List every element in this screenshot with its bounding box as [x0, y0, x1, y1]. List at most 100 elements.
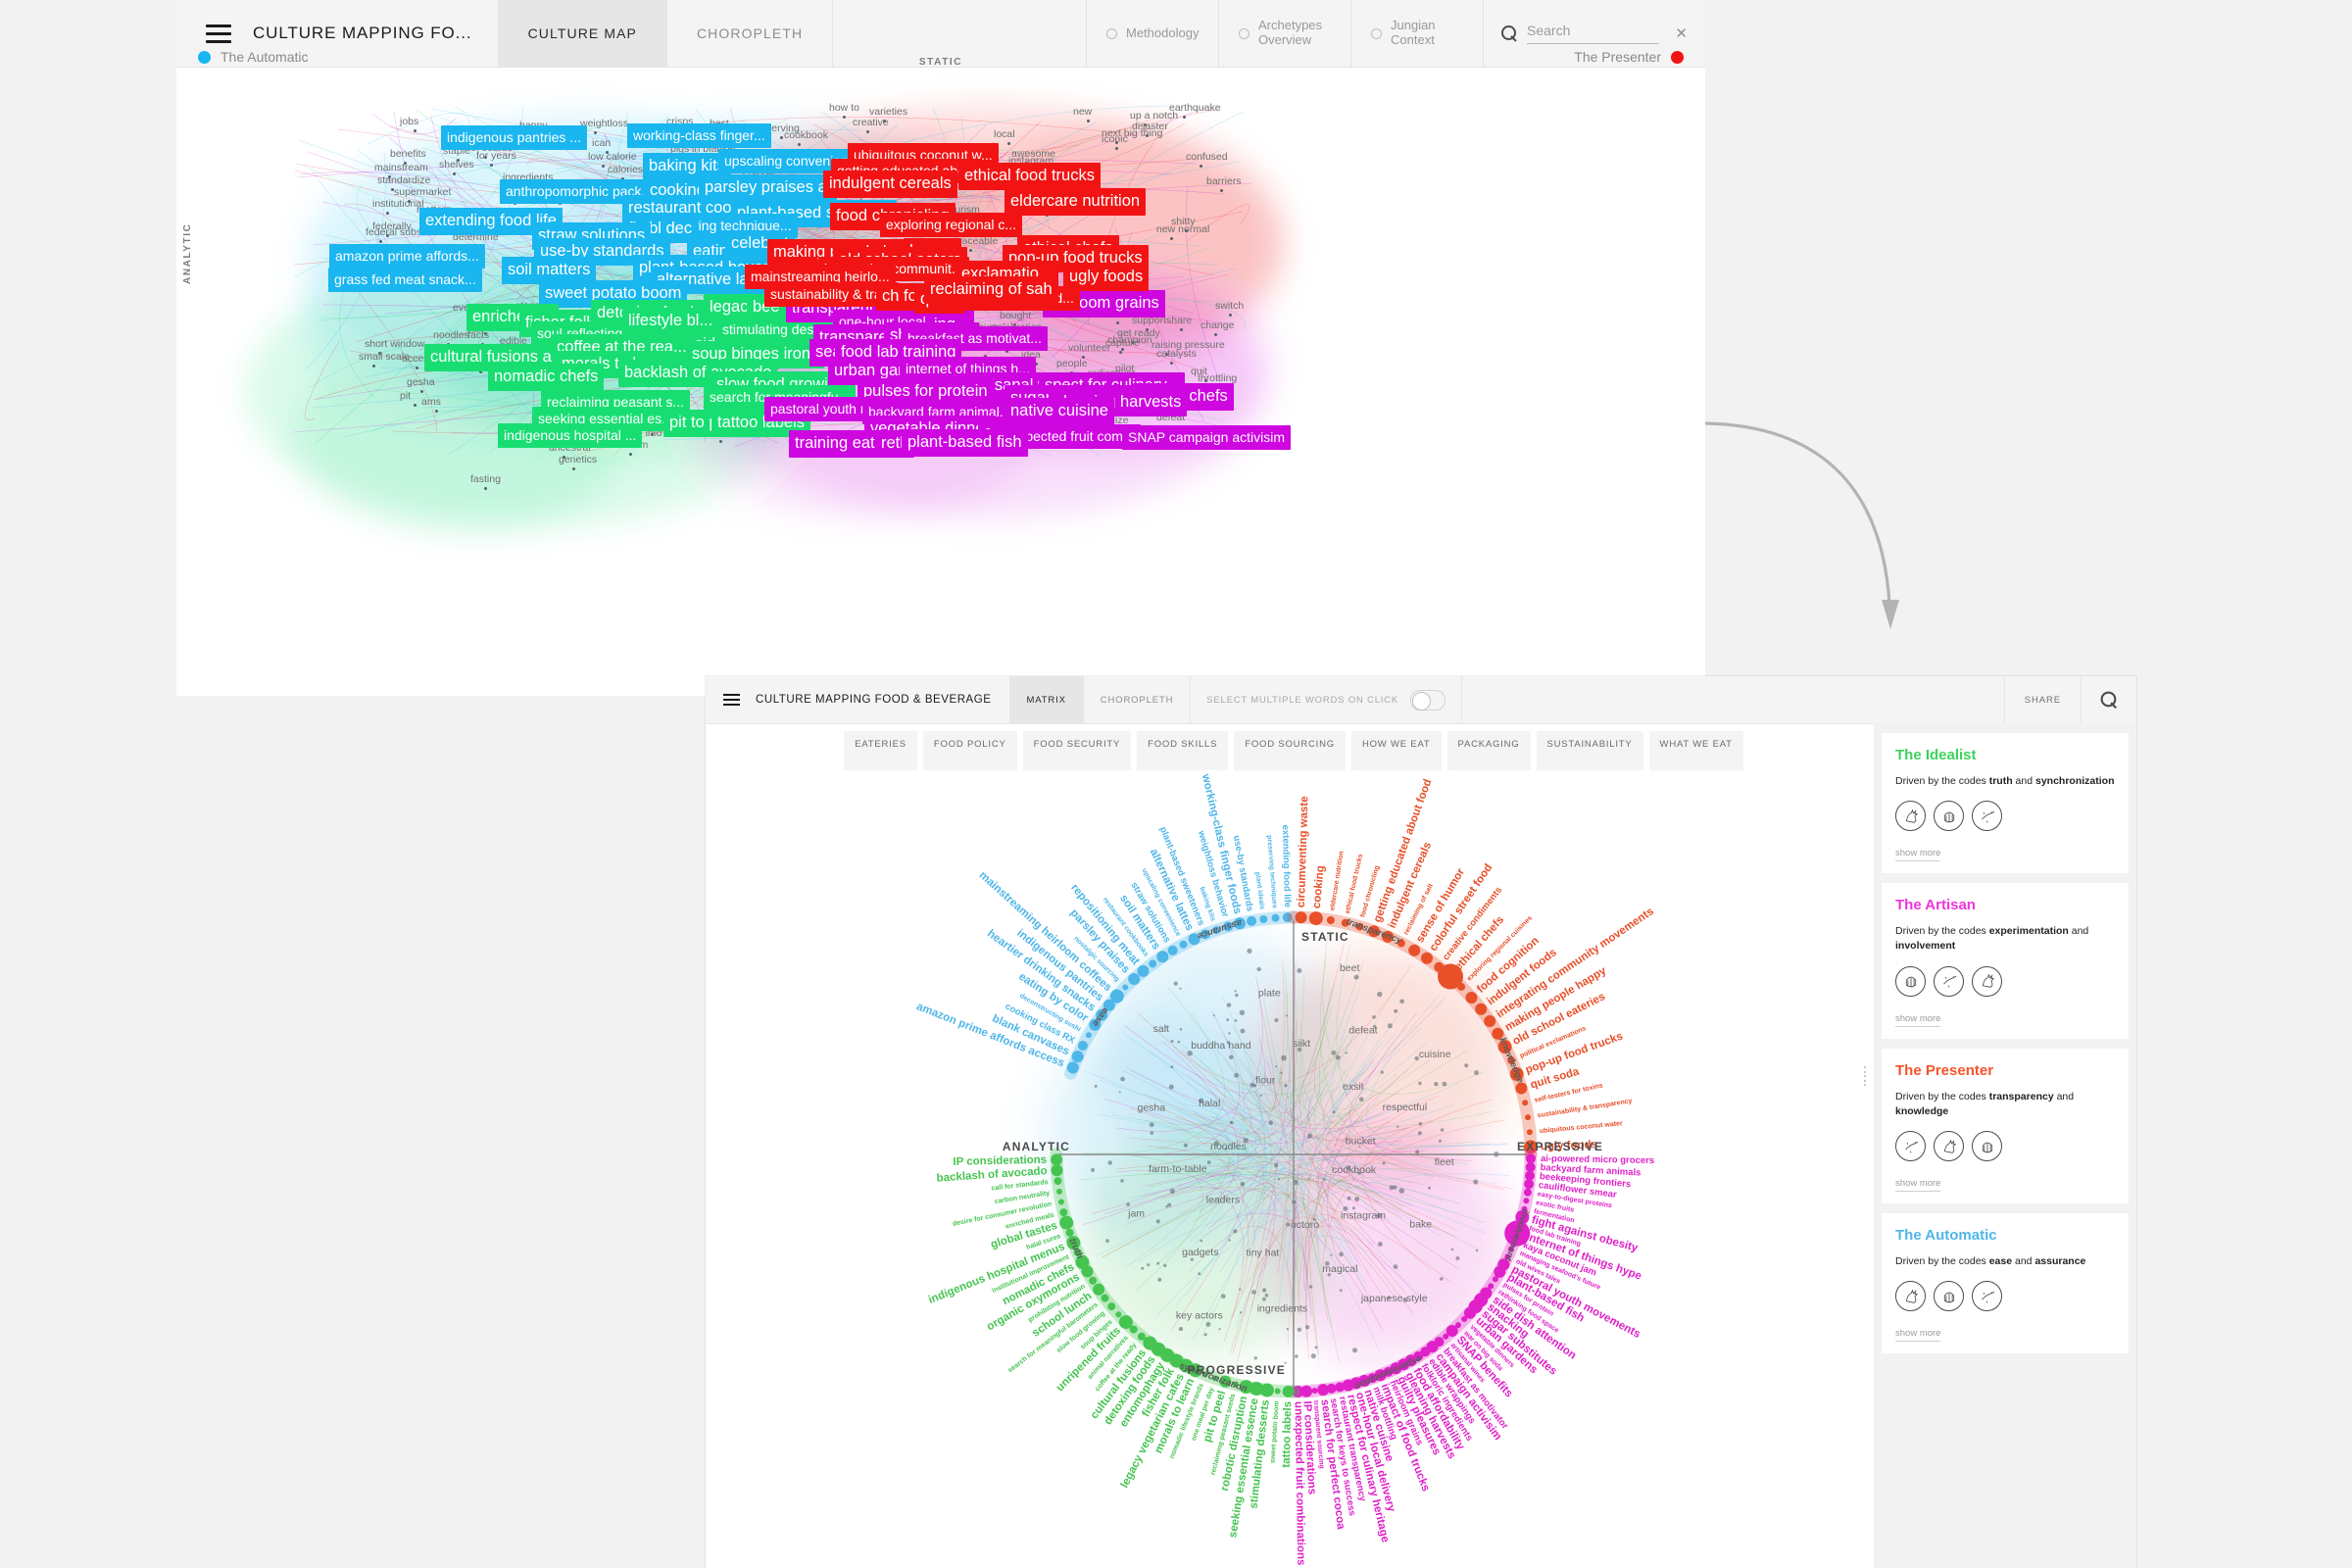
- writing-hand-icon[interactable]: [1895, 1131, 1926, 1162]
- inner-word-label[interactable]: fleet: [1435, 1156, 1454, 1168]
- node-dot[interactable]: [719, 440, 722, 443]
- culture-map-chip[interactable]: grass fed meat snack...: [328, 268, 482, 292]
- inner-word-label[interactable]: bake: [1409, 1218, 1432, 1230]
- inner-word-label[interactable]: siikt: [1293, 1038, 1310, 1050]
- node-dot[interactable]: [594, 131, 597, 134]
- culture-map-chip[interactable]: working-class finger...: [627, 123, 771, 148]
- radial-node[interactable]: [1065, 1228, 1074, 1237]
- inner-word-label[interactable]: instagram: [1341, 1210, 1386, 1222]
- hamsa-hand-icon[interactable]: [1934, 801, 1964, 832]
- radial-node[interactable]: [1311, 1388, 1318, 1394]
- tools-hand-icon[interactable]: [1895, 965, 1926, 997]
- node-dot[interactable]: [435, 410, 438, 413]
- micro-word[interactable]: low calorie: [588, 151, 637, 163]
- node-dot[interactable]: [379, 240, 382, 243]
- radial-node[interactable]: [1118, 1315, 1133, 1330]
- hamburger-menu-icon[interactable]: [723, 694, 740, 706]
- radial-node[interactable]: [1259, 915, 1268, 923]
- show-more-link[interactable]: show more: [1895, 1178, 1941, 1193]
- culture-map-chip[interactable]: SNAP campaign activisim: [1122, 425, 1292, 450]
- inner-word-label[interactable]: beet: [1340, 962, 1360, 974]
- micro-word[interactable]: how to: [829, 102, 859, 114]
- radial-node[interactable]: [1524, 1179, 1535, 1190]
- raised-hand-icon[interactable]: [1972, 1131, 2002, 1162]
- inner-word-label[interactable]: cuisine: [1419, 1049, 1451, 1060]
- radial-node-label[interactable]: circumventing waste: [1296, 796, 1311, 907]
- node-dot[interactable]: [414, 129, 416, 132]
- inner-word-label[interactable]: japanese-style: [1360, 1293, 1428, 1304]
- radial-node[interactable]: [1523, 1188, 1532, 1197]
- radial-node[interactable]: [1059, 1215, 1074, 1230]
- node-dot[interactable]: [1229, 314, 1232, 317]
- show-more-link[interactable]: show more: [1895, 1013, 1941, 1027]
- radial-node[interactable]: [1143, 1336, 1157, 1350]
- node-dot[interactable]: [1170, 362, 1173, 365]
- micro-word[interactable]: shelves: [439, 159, 474, 171]
- radial-node[interactable]: [1149, 959, 1157, 968]
- option-archetypes-overview[interactable]: Archetypes Overview: [1219, 0, 1351, 67]
- micro-word[interactable]: cookbook: [784, 129, 828, 141]
- inner-word-label[interactable]: flour: [1255, 1074, 1276, 1086]
- node-dot[interactable]: [1214, 333, 1217, 336]
- micro-word[interactable]: facts: [467, 329, 489, 341]
- radial-node[interactable]: [1128, 973, 1141, 985]
- culture-map-chip[interactable]: reclaiming of sah: [924, 276, 1058, 304]
- radial-node-label[interactable]: desire for consumer revolution: [952, 1200, 1052, 1228]
- archetype-radial-chart[interactable]: cookbook bake instagram japanese-style magic…: [774, 762, 1813, 1566]
- radial-node[interactable]: [1475, 1003, 1488, 1015]
- radial-node[interactable]: [1115, 1311, 1122, 1318]
- radial-node[interactable]: [1525, 1170, 1535, 1181]
- radial-node-label[interactable]: IP considerations: [953, 1154, 1047, 1168]
- radial-node-label[interactable]: call for standards: [991, 1179, 1049, 1192]
- radial-node[interactable]: [1122, 984, 1129, 991]
- node-dot[interactable]: [1087, 120, 1090, 122]
- culture-map-canvas[interactable]: jobshappyweightlosscrispsbestservinghow …: [176, 67, 1705, 696]
- panel-drag-handle[interactable]: [1864, 1066, 1868, 1086]
- radial-node-label[interactable]: tattoo labels: [1281, 1401, 1295, 1468]
- micro-word[interactable]: share: [1166, 315, 1192, 326]
- micro-word[interactable]: iconic: [1102, 133, 1128, 145]
- node-dot[interactable]: [1119, 351, 1122, 354]
- micro-word[interactable]: fasting: [470, 473, 501, 485]
- micro-word[interactable]: ican: [592, 137, 611, 149]
- radial-node[interactable]: [1523, 1198, 1530, 1204]
- plant-hand-icon[interactable]: [1972, 1281, 2002, 1312]
- archetype-card[interactable]: The Presenter Driven by the codes transpa…: [1882, 1048, 2129, 1204]
- inner-word-label[interactable]: tiny hat: [1246, 1247, 1279, 1258]
- micro-word[interactable]: creative: [853, 117, 889, 128]
- share-button[interactable]: SHARE: [2005, 676, 2082, 723]
- radial-node[interactable]: [1465, 992, 1478, 1004]
- option-methodology[interactable]: Methodology: [1087, 0, 1219, 67]
- hamburger-menu-icon[interactable]: [206, 24, 231, 43]
- micro-word[interactable]: earthquake: [1169, 102, 1221, 114]
- radial-node[interactable]: [1515, 1082, 1528, 1095]
- radial-node[interactable]: [1167, 945, 1178, 956]
- radial-node[interactable]: [1443, 1333, 1449, 1340]
- node-dot[interactable]: [780, 136, 783, 139]
- radial-node-label[interactable]: ubiquitous coconut water: [1540, 1120, 1624, 1135]
- micro-word[interactable]: pit: [400, 390, 411, 402]
- micro-word[interactable]: for years: [476, 150, 516, 162]
- node-dot[interactable]: [386, 212, 389, 215]
- radial-node-label[interactable]: sweet potato boom: [1270, 1400, 1281, 1463]
- culture-map-chip[interactable]: amazon prime affords...: [329, 244, 485, 269]
- node-dot[interactable]: [629, 453, 632, 456]
- radial-node[interactable]: [1107, 1302, 1116, 1311]
- tab-matrix[interactable]: MATRIX: [1009, 676, 1084, 723]
- inner-word-label[interactable]: halal: [1199, 1098, 1220, 1109]
- radial-node[interactable]: [1109, 989, 1124, 1004]
- culture-map-chip[interactable]: plant-based fish: [902, 429, 1028, 457]
- inner-word-label[interactable]: cookbook: [1332, 1164, 1377, 1176]
- radial-chart-wrap[interactable]: cookbook bake instagram japanese-style magic…: [706, 762, 1882, 1566]
- inner-word-label[interactable]: salt: [1153, 1023, 1169, 1035]
- radial-node[interactable]: [1421, 952, 1433, 964]
- radial-node[interactable]: [1408, 944, 1421, 956]
- culture-map-chip[interactable]: exploring regional c...: [880, 213, 1023, 237]
- inner-word-label[interactable]: noodles: [1210, 1141, 1247, 1152]
- micro-word[interactable]: new: [1073, 106, 1092, 118]
- radial-node-label[interactable]: plant ideals: [1253, 871, 1265, 909]
- radial-node[interactable]: [1274, 1388, 1281, 1395]
- fist-icon[interactable]: [1895, 801, 1926, 832]
- micro-word[interactable]: catalysts: [1156, 348, 1197, 360]
- node-dot[interactable]: [484, 487, 487, 490]
